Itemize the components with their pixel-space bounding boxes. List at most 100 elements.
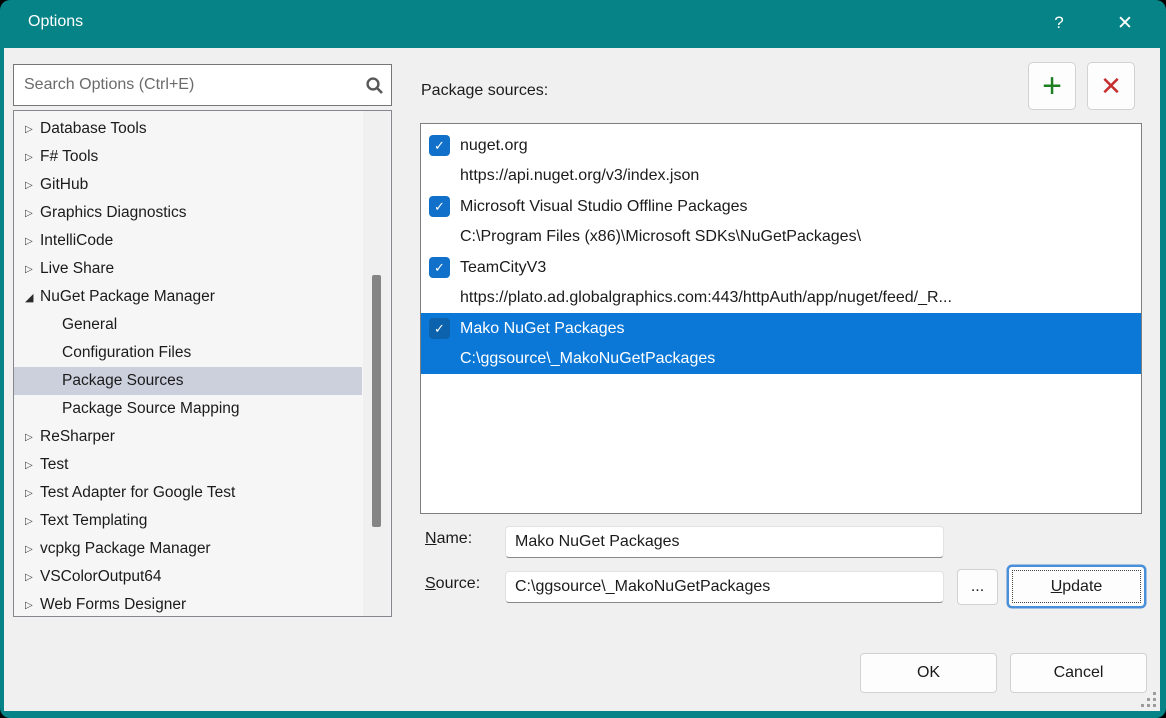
package-source-row[interactable]: ✓ TeamCityV3 https://plato.ad.globalgrap… — [421, 252, 1141, 313]
tree-expander-icon[interactable]: ▷ — [25, 124, 39, 135]
help-icon: ? — [1054, 13, 1063, 33]
tree-item-label: GitHub — [40, 176, 88, 194]
package-source-title-line: ✓ TeamCityV3 — [421, 252, 1141, 283]
tree-item-label: Configuration Files — [62, 344, 191, 362]
package-source-row[interactable]: ✓ Mako NuGet Packages C:\ggsource\_MakoN… — [421, 313, 1141, 374]
tree-item-label: NuGet Package Manager — [40, 288, 215, 306]
tree-list: ▷ Database Tools ▷ F# Tools ▷ GitHub ▷ G… — [14, 115, 391, 617]
package-source-checkbox[interactable]: ✓ — [429, 318, 450, 339]
tree-item-label: Web Forms Designer — [40, 596, 186, 614]
tree-item[interactable]: Package Source Mapping — [14, 395, 362, 423]
tree-expander-icon[interactable]: ▷ — [25, 460, 39, 471]
options-tree: ▷ Database Tools ▷ F# Tools ▷ GitHub ▷ G… — [13, 110, 392, 617]
add-source-button[interactable]: + — [1028, 62, 1076, 110]
tree-expander-icon[interactable]: ▷ — [25, 236, 39, 247]
tree-item[interactable]: ▷ GitHub — [14, 171, 362, 199]
tree-item[interactable]: ▷ IntelliCode — [14, 227, 362, 255]
tree-item[interactable]: ▷ Text Templating — [14, 507, 362, 535]
package-source-name: Mako NuGet Packages — [460, 320, 625, 338]
tree-item-label: VSColorOutput64 — [40, 568, 162, 586]
resize-grip[interactable] — [1139, 692, 1156, 709]
options-dialog: Options ? ✕ Search Options (Ctrl+E) ▷ Da… — [0, 0, 1166, 718]
remove-icon: ✕ — [1100, 71, 1122, 102]
tree-item[interactable]: ▷ Test — [14, 451, 362, 479]
tree-item-label: Database Tools — [40, 120, 147, 138]
tree-item[interactable]: ◢ NuGet Package Manager — [14, 283, 362, 311]
window-title: Options — [28, 13, 83, 31]
tree-expander-icon[interactable]: ◢ — [25, 291, 39, 304]
tree-item[interactable]: ▷ Live Share — [14, 255, 362, 283]
tree-expander-icon[interactable]: ▷ — [25, 180, 39, 191]
source-input[interactable]: C:\ggsource\_MakoNuGetPackages — [505, 571, 944, 603]
tree-expander-icon[interactable]: ▷ — [25, 544, 39, 555]
browse-button[interactable]: ... — [957, 569, 998, 605]
tree-item-label: General — [62, 316, 117, 334]
tree-item-label: IntelliCode — [40, 232, 113, 250]
checkmark-icon: ✓ — [434, 139, 445, 152]
tree-item[interactable]: ▷ Test Adapter for Google Test — [14, 479, 362, 507]
package-source-url: C:\Program Files (x86)\Microsoft SDKs\Nu… — [460, 222, 1141, 252]
tree-item[interactable]: ▷ Graphics Diagnostics — [14, 199, 362, 227]
package-sources-label: Package sources: — [421, 82, 548, 100]
ok-button[interactable]: OK — [860, 653, 997, 693]
tree-expander-icon[interactable]: ▷ — [25, 208, 39, 219]
tree-scrollbar-thumb[interactable] — [372, 275, 381, 527]
search-icon[interactable] — [357, 76, 391, 95]
dialog-body: Search Options (Ctrl+E) ▷ Database Tools… — [4, 48, 1160, 711]
checkmark-icon: ✓ — [434, 200, 445, 213]
tree-scrollbar[interactable] — [363, 111, 390, 616]
tree-expander-icon[interactable]: ▷ — [25, 516, 39, 527]
tree-item[interactable]: ▷ ReSharper — [14, 423, 362, 451]
tree-item[interactable]: Configuration Files — [14, 339, 362, 367]
title-bar[interactable]: Options ? ✕ — [0, 0, 1166, 48]
name-input[interactable]: Mako NuGet Packages — [505, 526, 944, 558]
tree-expander-icon[interactable]: ▷ — [25, 572, 39, 583]
checkmark-icon: ✓ — [434, 261, 445, 274]
tree-item[interactable]: ▷ Web Forms Designer — [14, 591, 362, 617]
remove-source-button[interactable]: ✕ — [1087, 62, 1135, 110]
tree-item-label: ReSharper — [40, 428, 115, 446]
search-placeholder: Search Options (Ctrl+E) — [14, 76, 357, 94]
package-source-title-line: ✓ nuget.org — [421, 130, 1141, 161]
cancel-button[interactable]: Cancel — [1010, 653, 1147, 693]
package-sources-list: ✓ nuget.org https://api.nuget.org/v3/ind… — [420, 123, 1142, 514]
tree-expander-icon[interactable]: ▷ — [25, 432, 39, 443]
tree-item-label: Graphics Diagnostics — [40, 204, 186, 222]
update-button[interactable]: Update — [1008, 566, 1145, 607]
package-source-checkbox[interactable]: ✓ — [429, 257, 450, 278]
tree-item-label: Package Source Mapping — [62, 400, 240, 418]
help-button[interactable]: ? — [1036, 0, 1082, 46]
tree-item-label: vcpkg Package Manager — [40, 540, 211, 558]
package-source-row[interactable]: ✓ nuget.org https://api.nuget.org/v3/ind… — [421, 130, 1141, 191]
tree-expander-icon[interactable]: ▷ — [25, 152, 39, 163]
checkmark-icon: ✓ — [434, 322, 445, 335]
package-source-row[interactable]: ✓ Microsoft Visual Studio Offline Packag… — [421, 191, 1141, 252]
tree-item-label: Test — [40, 456, 68, 474]
tree-expander-icon[interactable]: ▷ — [25, 264, 39, 275]
tree-item-label: Test Adapter for Google Test — [40, 484, 235, 502]
tree-item-label: Live Share — [40, 260, 114, 278]
plus-icon: + — [1042, 67, 1062, 106]
search-options-input[interactable]: Search Options (Ctrl+E) — [13, 64, 392, 106]
tree-item[interactable]: General — [14, 311, 362, 339]
package-source-checkbox[interactable]: ✓ — [429, 196, 450, 217]
tree-item-label: F# Tools — [40, 148, 98, 166]
tree-item[interactable]: ▷ F# Tools — [14, 143, 362, 171]
tree-expander-icon[interactable]: ▷ — [25, 488, 39, 499]
package-source-name: TeamCityV3 — [460, 259, 546, 277]
close-icon: ✕ — [1117, 12, 1133, 35]
package-source-name: Microsoft Visual Studio Offline Packages — [460, 198, 748, 216]
package-source-title-line: ✓ Microsoft Visual Studio Offline Packag… — [421, 191, 1141, 222]
close-button[interactable]: ✕ — [1102, 0, 1148, 46]
tree-item[interactable]: Package Sources — [14, 367, 362, 395]
tree-item-label: Package Sources — [62, 372, 184, 390]
tree-item[interactable]: ▷ vcpkg Package Manager — [14, 535, 362, 563]
tree-expander-icon[interactable]: ▷ — [25, 600, 39, 611]
name-label: Name: — [425, 530, 472, 548]
package-source-url: https://api.nuget.org/v3/index.json — [460, 161, 1141, 191]
tree-item[interactable]: ▷ VSColorOutput64 — [14, 563, 362, 591]
package-source-checkbox[interactable]: ✓ — [429, 135, 450, 156]
tree-item-label: Text Templating — [40, 512, 147, 530]
tree-item[interactable]: ▷ Database Tools — [14, 115, 362, 143]
package-source-url: C:\ggsource\_MakoNuGetPackages — [460, 344, 1141, 374]
